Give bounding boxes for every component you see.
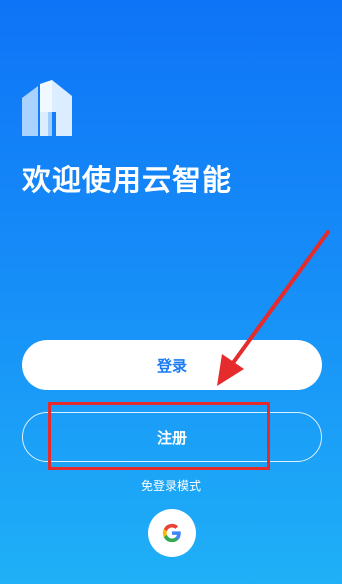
- annotation-highlight-box: [48, 402, 270, 470]
- login-button-label: 登录: [156, 356, 187, 375]
- house-logo-icon: [22, 80, 72, 136]
- welcome-title: 欢迎使用云智能: [22, 163, 233, 197]
- guest-mode-link[interactable]: 免登录模式: [0, 478, 342, 494]
- login-button[interactable]: 登录: [22, 340, 322, 390]
- google-login-button[interactable]: [148, 509, 196, 557]
- welcome-screen: 欢迎使用云智能 登录 注册 免登录模式: [0, 0, 342, 584]
- google-icon: [162, 523, 181, 543]
